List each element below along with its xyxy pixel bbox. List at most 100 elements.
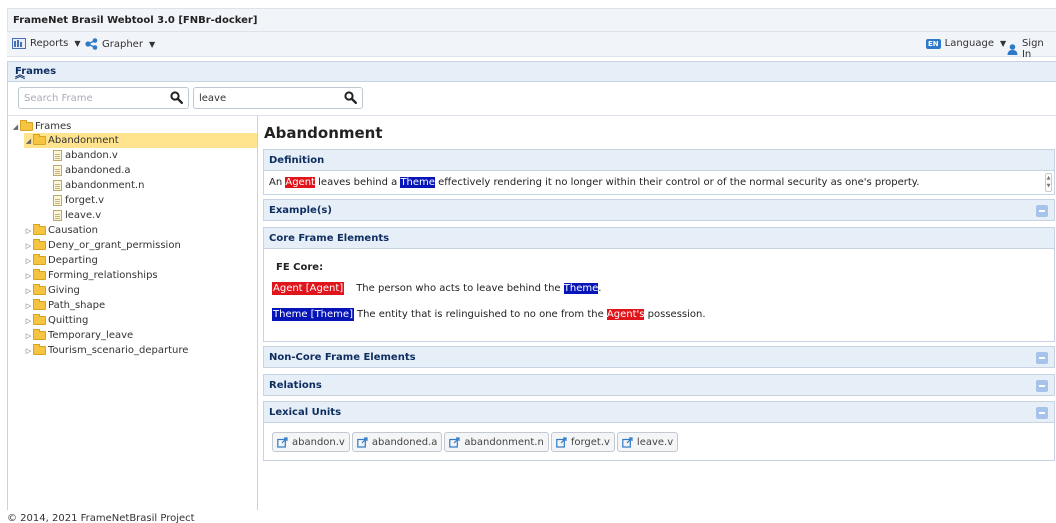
- folder-icon: [33, 269, 46, 280]
- expand-icon[interactable]: [1036, 205, 1048, 217]
- tree-lu-item[interactable]: forget.v: [53, 193, 104, 208]
- section-title: Relations: [269, 380, 322, 391]
- tree-item-frame[interactable]: ▷ Forming_relationships: [24, 268, 158, 283]
- reports-label: Reports: [30, 38, 69, 49]
- expand-icon[interactable]: [1036, 352, 1048, 364]
- collapsed-toggle-icon[interactable]: ▷: [24, 242, 33, 250]
- reports-menu[interactable]: Reports ▼: [12, 38, 81, 49]
- section-title: Example(s): [269, 205, 332, 216]
- folder-open-icon: [33, 134, 46, 145]
- folder-open-icon: [20, 120, 33, 131]
- folder-icon: [33, 284, 46, 295]
- tree-item-label: Giving: [48, 285, 80, 296]
- section-title: Core Frame Elements: [269, 233, 390, 244]
- lu-button[interactable]: abandoned.a: [351, 432, 443, 452]
- collapsed-toggle-icon[interactable]: ▷: [24, 272, 33, 280]
- collapsed-toggle-icon[interactable]: ▷: [24, 317, 33, 325]
- expanded-toggle-icon[interactable]: ◢: [24, 137, 33, 145]
- tree-lu-label: leave.v: [65, 210, 102, 221]
- fe-agent-tag: Agent [Agent]: [272, 282, 345, 295]
- language-menu[interactable]: EN Language ▼: [926, 38, 1006, 49]
- tree-lu-label: abandoned.a: [65, 165, 131, 176]
- tree-lu-label: forget.v: [65, 195, 105, 206]
- expand-icon[interactable]: [1036, 407, 1048, 419]
- tree-item-abandonment[interactable]: ◢ Abandonment: [24, 133, 257, 148]
- collapsed-toggle-icon[interactable]: ▷: [24, 227, 33, 235]
- lu-label: abandoned.a: [371, 436, 438, 448]
- fe-description: The entity that is relinguished to no on…: [356, 309, 607, 320]
- tree-item-frame[interactable]: ▷ Temporary_leave: [24, 328, 133, 343]
- app-titlebar: FrameNet Brasil Webtool 3.0 [FNBr-docker…: [7, 8, 1056, 32]
- definition-section-header[interactable]: Definition: [263, 149, 1055, 171]
- search-icon[interactable]: [170, 91, 183, 104]
- frames-panel-header: Frames ︽: [7, 61, 1056, 82]
- lu-button[interactable]: abandonment.n: [444, 432, 549, 452]
- tree-item-frame[interactable]: ▷ Deny_or_grant_permission: [24, 238, 181, 253]
- examples-section-header[interactable]: Example(s): [263, 199, 1055, 221]
- collapse-up-icon[interactable]: ︽: [15, 66, 1050, 81]
- tree-lu-item[interactable]: abandonment.n: [53, 178, 144, 193]
- collapsed-toggle-icon[interactable]: ▷: [24, 257, 33, 265]
- lu-label: leave.v: [636, 436, 674, 448]
- tree-item-frame[interactable]: ▷ Causation: [24, 223, 98, 238]
- collapsed-toggle-icon[interactable]: ▷: [24, 347, 33, 355]
- folder-icon: [33, 239, 46, 250]
- expand-icon[interactable]: [1036, 380, 1048, 392]
- tree-item-label: Causation: [48, 225, 98, 236]
- tree-lu-item[interactable]: abandoned.a: [53, 163, 131, 178]
- fe-theme-tag: Theme: [400, 177, 435, 188]
- tree-item-frame[interactable]: ▷ Departing: [24, 253, 98, 268]
- folder-icon: [33, 299, 46, 310]
- language-flag-icon: EN: [926, 38, 941, 49]
- tree-lu-item[interactable]: abandon.v: [53, 148, 118, 163]
- file-icon: [53, 165, 62, 176]
- external-link-icon: [277, 436, 288, 448]
- folder-icon: [33, 254, 46, 265]
- fe-agent-tag: Agent's: [606, 309, 645, 320]
- file-icon: [53, 180, 62, 191]
- tree-root[interactable]: ◢ Frames: [11, 119, 71, 134]
- noncore-fe-section-header[interactable]: Non-Core Frame Elements: [263, 346, 1055, 368]
- file-icon: [53, 150, 62, 161]
- search-frame-input[interactable]: [19, 88, 169, 108]
- definition-text-part: An: [269, 177, 286, 188]
- fe-theme-row: Theme [Theme] The entity that is relingui…: [272, 308, 706, 321]
- lu-button[interactable]: abandon.v: [272, 432, 350, 452]
- external-link-icon: [449, 436, 461, 448]
- frame-tree-pane: ◢ Frames ◢ Abandonment abandon.v abandon…: [7, 116, 258, 510]
- core-fe-section-header[interactable]: Core Frame Elements: [263, 227, 1055, 249]
- tree-lu-item[interactable]: leave.v: [53, 208, 101, 223]
- external-link-icon: [622, 436, 633, 448]
- lexical-units-section-header[interactable]: Lexical Units: [263, 401, 1055, 423]
- tree-item-frame[interactable]: ▷ Tourism_scenario_departure: [24, 343, 188, 358]
- lexical-units-list: abandon.v abandoned.a abandonment.n forg…: [272, 432, 680, 452]
- tree-item-frame[interactable]: ▷ Quitting: [24, 313, 88, 328]
- search-lu-input[interactable]: [194, 88, 344, 108]
- search-toolbar: [7, 82, 1056, 116]
- chevron-down-icon: ▼: [148, 39, 156, 49]
- collapsed-toggle-icon[interactable]: ▷: [24, 302, 33, 310]
- definition-scrollbar[interactable]: ▲ ▼: [1045, 173, 1052, 192]
- tree-item-frame[interactable]: ▷ Path_shape: [24, 298, 105, 313]
- tree-item-frame[interactable]: ▷ Giving: [24, 283, 80, 298]
- lu-label: forget.v: [570, 436, 610, 448]
- expanded-toggle-icon[interactable]: ◢: [11, 123, 20, 131]
- folder-icon: [33, 344, 46, 355]
- section-title: Non-Core Frame Elements: [269, 352, 416, 363]
- collapsed-toggle-icon[interactable]: ▷: [24, 287, 33, 295]
- footer-copyright: © 2014, 2021 FrameNetBrasil Project: [7, 513, 195, 523]
- lu-label: abandonment.n: [464, 436, 544, 448]
- search-icon[interactable]: [344, 91, 357, 104]
- collapsed-toggle-icon[interactable]: ▷: [24, 332, 33, 340]
- tree-item-label: Quitting: [48, 315, 89, 326]
- search-lu-box: [193, 87, 363, 109]
- tree-item-label: Path_shape: [48, 300, 106, 311]
- relations-section-header[interactable]: Relations: [263, 374, 1055, 396]
- file-icon: [53, 195, 62, 206]
- lu-button[interactable]: leave.v: [616, 432, 679, 452]
- fe-theme-tag: Theme [Theme]: [272, 308, 354, 321]
- grapher-menu[interactable]: Grapher ▼: [85, 38, 155, 50]
- lu-button[interactable]: forget.v: [550, 432, 615, 452]
- signin-button[interactable]: Sign In: [1007, 38, 1056, 60]
- file-icon: [53, 210, 62, 221]
